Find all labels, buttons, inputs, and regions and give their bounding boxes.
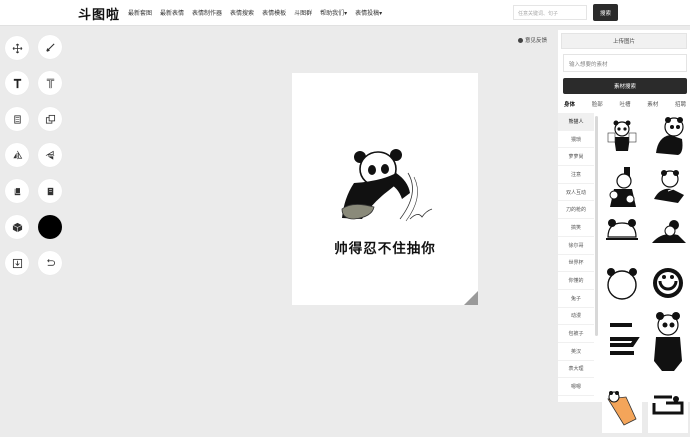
panda-sticker-image (656, 117, 684, 155)
category-item[interactable]: 包被子 (558, 325, 594, 343)
pen-tool-button[interactable] (38, 35, 62, 59)
category-scrollbar[interactable] (595, 116, 598, 336)
category-item[interactable]: 世界杯 (558, 254, 594, 273)
search-button[interactable]: 搜索 (593, 4, 618, 21)
category-item[interactable]: 刀的枪的 (558, 201, 594, 220)
layer-icon (13, 114, 21, 124)
category-item[interactable]: 熊猫人 (558, 113, 594, 131)
panda-sticker-image (609, 167, 636, 207)
text-stroke-button[interactable] (38, 71, 62, 95)
panda-sticker-image (607, 391, 637, 426)
text-bold-icon (13, 78, 21, 88)
download-button[interactable] (5, 251, 29, 275)
category-item[interactable]: 英汉 (558, 342, 594, 361)
panda-sticker-image (607, 268, 637, 300)
send-back-icon (47, 187, 53, 195)
category-item[interactable]: 注意 (558, 166, 594, 184)
material-thumb[interactable] (648, 261, 688, 305)
send-back-button[interactable] (38, 179, 62, 203)
site-logo[interactable]: 斗图啦 (78, 4, 120, 23)
material-thumb[interactable] (602, 165, 642, 209)
upload-image-button[interactable]: 上传图片 (561, 33, 687, 49)
top-navbar: 斗图啦 最新套图 最新表情 表情制作器 表情搜索 表情模板 斗图群 帮助我们▾ … (0, 0, 690, 26)
copy-icon (45, 114, 55, 124)
category-item[interactable]: 表大理 (558, 360, 594, 379)
cube-icon (12, 222, 22, 232)
panda-sticker-image (654, 312, 682, 371)
meme-canvas[interactable]: 帅得忍不住抽你 (292, 73, 478, 305)
material-thumb[interactable] (648, 389, 688, 433)
category-item[interactable]: 兔子 (558, 289, 594, 308)
pen-icon (45, 42, 55, 52)
flip-vertical-icon (45, 150, 55, 160)
material-thumb[interactable] (602, 115, 642, 159)
move-tool-button[interactable] (5, 36, 29, 60)
material-thumb[interactable] (648, 213, 688, 257)
panda-sticker-image (653, 268, 683, 298)
category-item[interactable]: 搞笑 (558, 219, 594, 237)
panda-illustration (341, 149, 433, 222)
category-item[interactable]: 你懂的 (558, 272, 594, 290)
category-item[interactable]: 动漫 (558, 307, 594, 326)
material-thumb[interactable] (602, 313, 642, 369)
material-thumb[interactable] (648, 307, 688, 375)
material-thumb[interactable] (648, 115, 688, 159)
material-search-button[interactable]: 素材搜索 (563, 78, 687, 94)
nav-group[interactable]: 斗图群 (294, 8, 312, 17)
nav-help-us[interactable]: 帮助我们▾ (320, 8, 347, 17)
panda-sticker-image (652, 395, 684, 415)
feedback-label: 意见反馈 (525, 38, 548, 44)
category-list: 熊猫人 猥琐 萝萝尚 注意 双人互动 刀的枪的 搞笑 徐尔哥 世界杯 你懂的 兔… (558, 113, 594, 396)
flip-vertical-button[interactable] (38, 143, 62, 167)
tab-material[interactable]: 素材 (647, 100, 658, 108)
panda-sticker-image (652, 220, 686, 243)
text-bold-button[interactable] (5, 71, 29, 95)
resize-handle[interactable] (464, 291, 478, 305)
color-picker[interactable] (38, 215, 62, 239)
nav-latest-emoji[interactable]: 最新表情 (160, 8, 184, 17)
panda-sticker-image (610, 323, 640, 355)
download-icon (12, 258, 22, 268)
material-thumb[interactable] (602, 213, 642, 257)
canvas-caption[interactable]: 帅得忍不住抽你 (292, 237, 478, 257)
layer-button[interactable] (5, 107, 29, 131)
material-thumb[interactable] (602, 389, 642, 433)
flip-icon (12, 150, 22, 160)
undo-button[interactable] (38, 251, 62, 275)
tab-face[interactable]: 脸部 (592, 100, 603, 108)
bring-front-button[interactable] (5, 179, 29, 203)
material-input[interactable]: 输入想要的素材 (563, 54, 687, 72)
tab-body[interactable]: 身体 (564, 100, 575, 108)
category-item[interactable]: 嗯嗯 (558, 378, 594, 396)
search-input[interactable]: 任意关键词、句子 (513, 5, 587, 20)
category-item[interactable]: 徐尔哥 (558, 236, 594, 255)
category-item[interactable]: 萝萝尚 (558, 148, 594, 167)
tab-roast[interactable]: 吐槽 (619, 100, 630, 108)
main-nav: 最新套图 最新表情 表情制作器 表情搜索 表情模板 斗图群 帮助我们▾ 表情投稿… (128, 8, 382, 17)
category-item[interactable]: 猥琐 (558, 130, 594, 149)
nav-latest-sets[interactable]: 最新套图 (128, 8, 152, 17)
feedback-link[interactable]: 意见反馈 (518, 36, 547, 44)
panda-sticker-image (654, 170, 685, 203)
panda-sticker-image (606, 219, 638, 240)
tab-recruit[interactable]: 招聘 (675, 100, 686, 108)
nav-emoji-search[interactable]: 表情搜索 (230, 8, 254, 17)
material-thumb[interactable] (602, 261, 642, 305)
move-icon (12, 43, 22, 53)
panda-sticker-image (607, 120, 637, 151)
material-tabs: 身体 脸部 吐槽 素材 招聘 (561, 100, 689, 108)
flip-horizontal-button[interactable] (5, 143, 29, 167)
material-panel: 上传图片 输入想要的素材 素材搜索 身体 脸部 吐槽 素材 招聘 熊猫人 猥琐 … (558, 30, 690, 433)
material-thumb[interactable] (648, 165, 688, 209)
nav-emoji-templates[interactable]: 表情模板 (262, 8, 286, 17)
category-item[interactable]: 双人互动 (558, 183, 594, 202)
3d-cube-button[interactable] (5, 215, 29, 239)
undo-icon (46, 258, 55, 266)
text-stroke-icon (46, 78, 54, 88)
info-icon (518, 37, 523, 43)
nav-submit[interactable]: 表情投稿▾ (355, 8, 382, 17)
nav-emoji-maker[interactable]: 表情制作器 (192, 8, 222, 17)
bring-front-icon (14, 187, 21, 195)
copy-button[interactable] (38, 107, 62, 131)
